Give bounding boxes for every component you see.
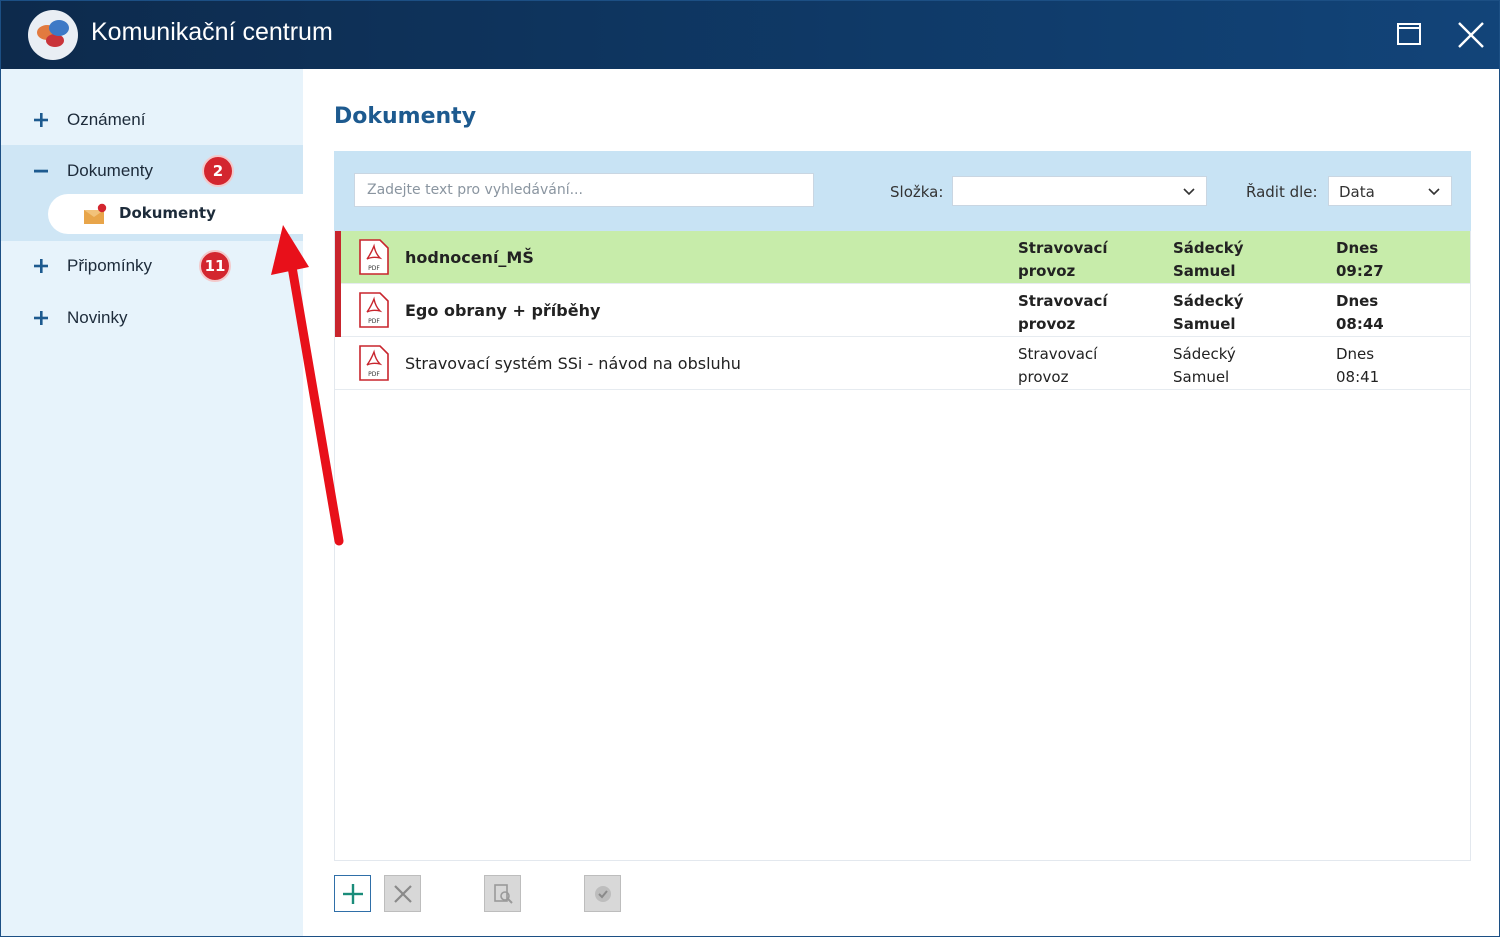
document-row[interactable]: PDF Ego obrany + příběhy Stravovací provo… (335, 284, 1470, 337)
document-category: Stravovací provoz (1018, 345, 1098, 386)
chevron-down-icon (1183, 188, 1195, 196)
envelope-icon (84, 203, 107, 224)
confirm-icon (595, 886, 611, 902)
sidebar-item-dokumenty[interactable]: Dokumenty 2 (1, 146, 303, 196)
folder-select[interactable] (952, 176, 1207, 206)
unread-count-badge: 2 (202, 155, 234, 187)
document-name: Ego obrany + příběhy (405, 301, 601, 320)
document-date: Dnes 08:41 (1336, 345, 1380, 386)
sidebar-item-novinky[interactable]: Novinky (1, 293, 303, 343)
sidebar: Oznámení Dokumenty 2 Dokumenty Připomínk… (1, 69, 303, 936)
document-author: Sádecký Samuel (1173, 292, 1244, 333)
sort-label: Řadit dle: (1246, 183, 1318, 201)
pdf-icon-text: PDF (368, 265, 380, 272)
pdf-icon: PDF (359, 292, 389, 328)
document-row[interactable]: PDF hodnocení_MŠ Stravovací provoz Sádeck… (335, 231, 1470, 284)
delete-icon (394, 885, 412, 903)
pdf-icon-text: PDF (368, 318, 380, 325)
unread-marker (335, 231, 341, 284)
plus-icon (34, 113, 48, 127)
pdf-icon: PDF (359, 345, 389, 381)
document-date: Dnes 08:44 (1336, 292, 1384, 333)
document-author: Sádecký Samuel (1173, 345, 1236, 386)
plus-icon (34, 259, 48, 273)
close-icon (1458, 22, 1484, 48)
document-list: PDF hodnocení_MŠ Stravovací provoz Sádeck… (334, 231, 1471, 861)
app-window: Komunikační centrum Oznámení Dokumenty 2… (0, 0, 1500, 937)
document-date: Dnes 09:27 (1336, 239, 1384, 280)
sidebar-item-oznameni[interactable]: Oznámení (1, 95, 303, 145)
plus-icon (34, 311, 48, 325)
sidebar-subitem-dokumenty[interactable]: Dokumenty (48, 194, 303, 234)
document-row[interactable]: PDF Stravovací systém SSi - návod na obs… (335, 337, 1470, 390)
filter-bar: Složka: Řadit dle: Data (334, 151, 1471, 231)
search-input[interactable] (354, 173, 814, 207)
main-panel: Dokumenty Složka: Řadit dle: Data (303, 69, 1499, 936)
sidebar-subitem-label: Dokumenty (119, 204, 216, 222)
document-author: Sádecký Samuel (1173, 239, 1244, 280)
page-title: Dokumenty (334, 104, 477, 129)
close-button[interactable] (1451, 15, 1491, 55)
sort-select-value: Data (1339, 183, 1375, 201)
document-category: Stravovací provoz (1018, 292, 1108, 333)
sidebar-item-label: Dokumenty (67, 161, 153, 180)
app-logo-icon (28, 10, 78, 60)
add-icon (343, 884, 363, 904)
unread-marker (335, 284, 341, 337)
maximize-icon (1397, 23, 1421, 45)
minus-icon (34, 169, 48, 173)
window-title: Komunikační centrum (91, 18, 333, 46)
document-category: Stravovací provoz (1018, 239, 1108, 280)
delete-button[interactable] (384, 875, 421, 912)
title-bar: Komunikační centrum (1, 1, 1499, 69)
document-name: Stravovací systém SSi - návod na obsluhu (405, 354, 741, 373)
unread-count-badge: 11 (199, 250, 231, 282)
sidebar-item-label: Připomínky (67, 256, 153, 275)
pdf-icon: PDF (359, 239, 389, 275)
sidebar-item-label: Novinky (67, 308, 128, 327)
sort-select[interactable]: Data (1328, 176, 1452, 206)
folder-label: Složka: (890, 183, 944, 201)
sidebar-item-label: Oznámení (67, 110, 146, 129)
maximize-button[interactable] (1389, 15, 1429, 55)
add-button[interactable] (334, 875, 371, 912)
confirm-button[interactable] (584, 875, 621, 912)
document-name: hodnocení_MŠ (405, 248, 534, 267)
pdf-icon-text: PDF (368, 371, 380, 378)
preview-icon (494, 884, 513, 904)
preview-button[interactable] (484, 875, 521, 912)
chevron-down-icon (1428, 188, 1440, 196)
sidebar-item-pripominky[interactable]: Připomínky 11 (1, 241, 303, 291)
